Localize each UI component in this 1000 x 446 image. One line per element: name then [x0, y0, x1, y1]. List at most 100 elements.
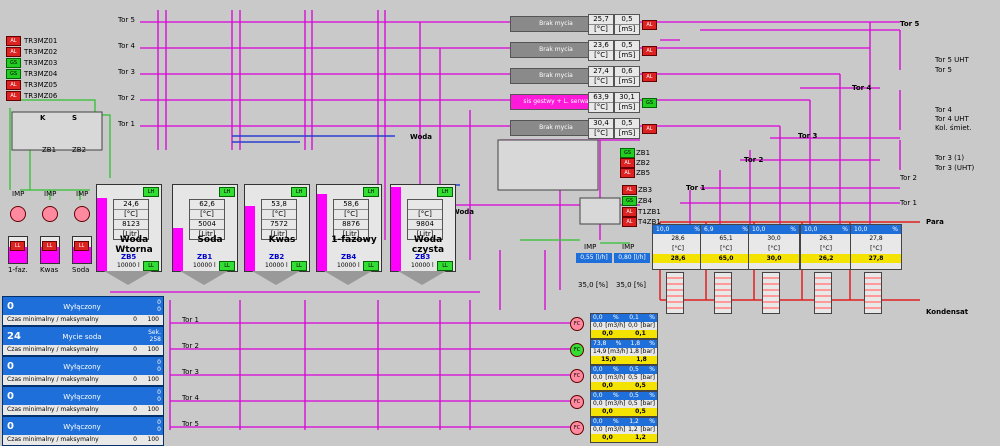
heat-exchanger-icon — [666, 272, 684, 314]
wash-conductivity: 0,6 [mS] — [614, 66, 640, 87]
tank-temperature: 58,6 — [334, 200, 368, 210]
heat-exchanger-readout[interactable]: 10,0% 27,8 [°C] 27,8 — [850, 224, 902, 270]
wash-conductivity: 0,5 [mS] — [614, 40, 640, 61]
legend-code: TR3MZ01 — [24, 37, 58, 45]
heat-exchanger-readout[interactable]: 10,0% 26,3 [°C] 26,2 — [800, 224, 852, 270]
flow-control-icon[interactable]: FC — [570, 317, 584, 331]
tank-temperature: 53,8 — [262, 200, 296, 210]
tank-level-bar — [391, 187, 401, 271]
state-badge: AL — [642, 72, 657, 82]
pump-percent: 73,8 — [593, 340, 607, 347]
imp-label: IMP — [44, 190, 57, 198]
pct-unit: % — [613, 366, 619, 373]
hx-temperature: 26,3 — [819, 235, 833, 242]
flow-unit: [m3/h] — [605, 374, 626, 381]
flow-control-icon[interactable]: FC — [570, 369, 584, 383]
hx-setpoint: 26,2 — [801, 254, 851, 263]
flow-control-icon[interactable]: FC — [570, 343, 584, 357]
temp-unit: [°C] — [334, 210, 368, 220]
wash-conductivity: 0,5 [mS] — [614, 118, 640, 139]
temp-unit: [°C] — [768, 245, 780, 252]
temp-value: 27,4 — [589, 67, 613, 77]
flow-control-icon[interactable]: FC — [570, 395, 584, 409]
valve-opening: 10,0 — [804, 226, 818, 233]
track-label: Tor 4 — [182, 394, 199, 402]
hx-setpoint: 28,6 — [653, 254, 703, 263]
imp-label: IMP — [12, 190, 25, 198]
tank[interactable]: LH [°C] 9804 [Litr] Woda czysta ZB3 1000… — [390, 184, 456, 272]
bar-unit: [bar] — [640, 374, 655, 381]
program-panel[interactable]: 0 Wyłączony 00 Czas minimalny / maksymal… — [2, 356, 164, 386]
track-label: Tor 3 — [118, 68, 135, 76]
imp-meter-value: 0,80 [l/h] — [614, 253, 650, 263]
pump-percent: 0,0 — [593, 418, 603, 425]
tank-level-bar — [173, 228, 183, 271]
legend-badge: AL — [6, 36, 21, 46]
hx-setpoint: 27,8 — [851, 254, 901, 263]
heat-exchanger-readout[interactable]: 10,0% 30,0 [°C] 30,0 — [748, 224, 800, 270]
dosing-name: Soda — [72, 266, 90, 274]
hx-setpoint: 30,0 — [749, 254, 799, 263]
pct-unit: % — [649, 366, 655, 373]
program-panel[interactable]: 24 Mycie soda Sek. 258 Czas minimalny / m… — [2, 326, 164, 356]
bar-value: 0,0 — [628, 322, 638, 329]
tank-id: ZB3 — [415, 253, 431, 261]
track-label: Tor 4 — [118, 42, 135, 50]
pressure-setpoint: 1,8 — [636, 356, 647, 363]
level-alarm: LL — [74, 241, 89, 251]
tank-level-bar — [317, 194, 327, 271]
tank-volume: 5004 — [190, 220, 224, 230]
dosing-pump-icon[interactable] — [10, 206, 26, 222]
tank-level-bar — [97, 198, 107, 271]
program-panel[interactable]: 0 Wyłączony 00 Czas minimalny / maksymal… — [2, 386, 164, 416]
tank-capacity: 10000 l — [265, 262, 288, 269]
tank[interactable]: LH 24,6 [°C] 8123 [Litr] Woda Wtorna ZB5… — [96, 184, 162, 272]
valve-percent: 35,0 [%] — [578, 281, 608, 289]
tank-readout: 58,6 [°C] 8876 [Litr] — [333, 199, 369, 240]
program-panel[interactable]: 0 Wyłączony 00 Czas minimalny / maksymal… — [2, 416, 164, 446]
heat-exchanger-icon — [714, 272, 732, 314]
flow-control-icon[interactable]: FC — [570, 421, 584, 435]
heat-exchanger-readout[interactable]: 6,9% 65,1 [°C] 65,0 — [700, 224, 752, 270]
track-label: Tor 3 (UHT) — [935, 164, 975, 172]
legend-badge: AL — [6, 80, 21, 90]
temp-unit: [°C] — [720, 245, 732, 252]
bar-value: 0,5 — [628, 400, 638, 407]
heat-exchanger-icon — [864, 272, 882, 314]
pct-unit: % — [613, 392, 619, 399]
tank-temperature: 62,6 — [190, 200, 224, 210]
dosing-pump-icon[interactable] — [42, 206, 58, 222]
pump-percent: 0,0 — [593, 366, 603, 373]
dosing-pump-icon[interactable] — [74, 206, 90, 222]
dosing-tank: LL — [72, 236, 92, 264]
program-step: 24 — [7, 331, 21, 342]
program-panel[interactable]: 0 Wyłączony 00 Czas minimalny / maksymal… — [2, 296, 164, 326]
pct-unit: % — [842, 226, 848, 233]
tank[interactable]: LH 58,6 [°C] 8876 [Litr] 1-fazowy ZB4 10… — [316, 184, 382, 272]
tank-volume: 7572 — [262, 220, 296, 230]
bar-value: 0,5 — [628, 374, 638, 381]
temp-value: 25,7 — [589, 15, 613, 25]
track-label: Kol. śmiet. — [935, 124, 972, 132]
heat-exchanger-readout[interactable]: 10,0% 28,6 [°C] 28,6 — [652, 224, 704, 270]
cond-value: 0,5 — [615, 119, 639, 129]
flow-setpoint: 0,0 — [602, 382, 613, 389]
tank[interactable]: LH 62,6 [°C] 5004 [Litr] Soda ZB1 10000 … — [172, 184, 238, 272]
tank-bottom-cone — [180, 271, 228, 285]
wash-temperature: 63,9 [°C] — [588, 92, 614, 113]
program-seconds: 258 — [149, 336, 161, 343]
program-status: Wyłączony — [63, 393, 101, 401]
program-time-range: Czas minimalny / maksymalny 0 100 — [3, 435, 163, 445]
pump-percent: 0,0 — [593, 392, 603, 399]
bar-unit: [bar] — [640, 400, 655, 407]
program-seconds: 0 — [157, 396, 161, 403]
program-time-range: Czas minimalny / maksymalny 0 100 — [3, 315, 163, 325]
status-badge: AL — [620, 168, 635, 178]
flow-value: 0,0 — [593, 400, 603, 407]
state-badge: AL — [642, 20, 657, 30]
track-label: Tor 5 — [118, 16, 135, 24]
flow-unit: [m3/h] — [605, 322, 626, 329]
track-label: Tor 5 — [182, 420, 199, 428]
tank[interactable]: LH 53,8 [°C] 7572 [Litr] Kwas ZB2 10000 … — [244, 184, 310, 272]
dosing-tank: LL — [40, 236, 60, 264]
